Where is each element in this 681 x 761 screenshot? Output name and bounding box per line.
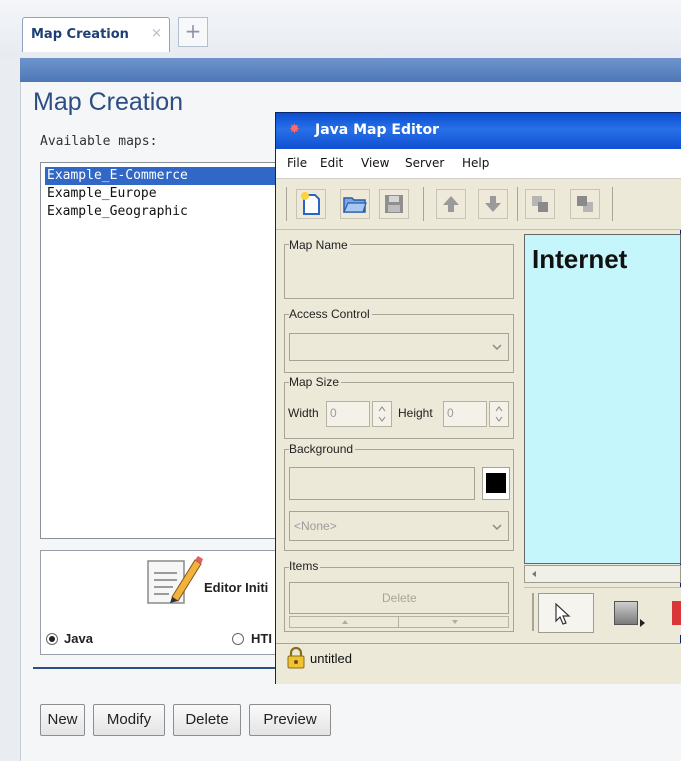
background-select-value: <None>	[294, 519, 337, 533]
spinner-arrows-icon	[378, 406, 386, 422]
map-name-label: Map Name	[289, 238, 350, 252]
width-input[interactable]: 0	[326, 401, 370, 427]
divider	[33, 667, 283, 669]
radio-java[interactable]	[46, 633, 58, 645]
pointer-icon	[555, 602, 571, 625]
delete-button[interactable]: Delete	[173, 704, 241, 736]
red-tool-icon[interactable]	[672, 601, 681, 625]
move-down-button[interactable]	[478, 189, 508, 219]
arrow-up-icon	[443, 196, 459, 212]
background-label: Background	[289, 442, 356, 456]
toolbar-separator	[517, 187, 518, 221]
close-icon[interactable]: ×	[151, 26, 162, 41]
new-file-icon	[301, 192, 320, 215]
dropdown-arrow-icon[interactable]	[639, 618, 647, 628]
new-map-button[interactable]	[296, 189, 326, 219]
page-title: Map Creation	[33, 88, 184, 116]
height-value: 0	[447, 406, 454, 420]
background-select[interactable]: <None>	[289, 511, 509, 541]
menu-view[interactable]: View	[361, 156, 389, 170]
items-delete-label: Delete	[382, 591, 417, 605]
background-color-button[interactable]	[482, 467, 510, 500]
radio-html[interactable]	[232, 633, 244, 645]
radio-html-label: HTI	[251, 631, 272, 646]
canvas-text[interactable]: Internet	[532, 244, 627, 275]
bring-forward-button[interactable]	[525, 189, 555, 219]
lock-icon	[287, 646, 305, 669]
chevron-down-icon	[492, 524, 502, 531]
toolbar-separator	[286, 187, 287, 221]
header-band	[20, 58, 681, 82]
layers-backward-icon	[577, 196, 593, 212]
java-app-icon: ✸	[289, 122, 300, 137]
menu-server[interactable]: Server	[405, 156, 444, 170]
radio-java-label: Java	[64, 631, 93, 646]
horizontal-scrollbar[interactable]	[524, 565, 681, 583]
color-swatch	[486, 473, 506, 493]
items-label: Items	[289, 559, 321, 573]
send-backward-button[interactable]	[570, 189, 600, 219]
chevron-down-icon	[492, 344, 502, 351]
preview-button[interactable]: Preview	[249, 704, 331, 736]
window-title: Java Map Editor	[315, 122, 439, 138]
status-text: untitled	[310, 651, 352, 666]
save-icon	[385, 195, 403, 213]
spinner-arrows-icon	[495, 406, 503, 422]
width-label: Width	[288, 406, 319, 420]
chevron-left-icon[interactable]	[529, 569, 539, 579]
select-tool-button[interactable]	[538, 593, 594, 633]
left-gutter	[0, 58, 20, 761]
tab-label: Map Creation	[31, 27, 129, 42]
folder-open-icon	[343, 197, 367, 213]
toolbar-separator	[612, 187, 613, 221]
items-reorder-bar[interactable]	[289, 616, 509, 628]
save-map-button[interactable]	[379, 189, 409, 219]
arrow-down-icon	[452, 620, 458, 624]
toolbar-separator	[423, 187, 424, 221]
editor-init-label: Editor Initi	[204, 580, 269, 595]
move-up-button[interactable]	[436, 189, 466, 219]
modify-button[interactable]: Modify	[93, 704, 165, 736]
arrow-up-icon	[342, 620, 348, 624]
menu-edit[interactable]: Edit	[320, 156, 343, 170]
width-value: 0	[330, 406, 337, 420]
map-canvas[interactable]	[524, 234, 681, 564]
height-stepper[interactable]	[489, 401, 509, 427]
height-input[interactable]: 0	[443, 401, 487, 427]
items-delete-button[interactable]: Delete	[289, 582, 509, 614]
box-tool-icon[interactable]	[614, 601, 638, 625]
new-button[interactable]: New	[40, 704, 85, 736]
open-map-button[interactable]	[340, 189, 370, 219]
list-item[interactable]: Example_Geographic	[45, 203, 285, 221]
list-item[interactable]: Example_Europe	[45, 185, 285, 203]
access-control-label: Access Control	[289, 307, 372, 321]
map-name-group	[284, 244, 514, 299]
map-size-label: Map Size	[289, 375, 342, 389]
access-control-select[interactable]	[289, 333, 509, 361]
menu-file[interactable]: File	[287, 156, 307, 170]
list-item[interactable]: Example_E-Commerce	[45, 167, 285, 185]
editor-pencil-icon	[147, 556, 203, 604]
available-maps-label: Available maps:	[40, 134, 158, 149]
menu-help[interactable]: Help	[462, 156, 489, 170]
maps-listbox[interactable]: Example_E-Commerce Example_Europe Exampl…	[40, 162, 290, 539]
arrow-down-icon	[485, 196, 501, 212]
width-stepper[interactable]	[372, 401, 392, 427]
background-image-field[interactable]	[289, 467, 475, 500]
tab-map-creation[interactable]: Map Creation ×	[22, 17, 170, 52]
add-tab-button[interactable]: +	[178, 17, 208, 47]
height-label: Height	[398, 406, 433, 420]
layers-forward-icon	[532, 196, 548, 212]
